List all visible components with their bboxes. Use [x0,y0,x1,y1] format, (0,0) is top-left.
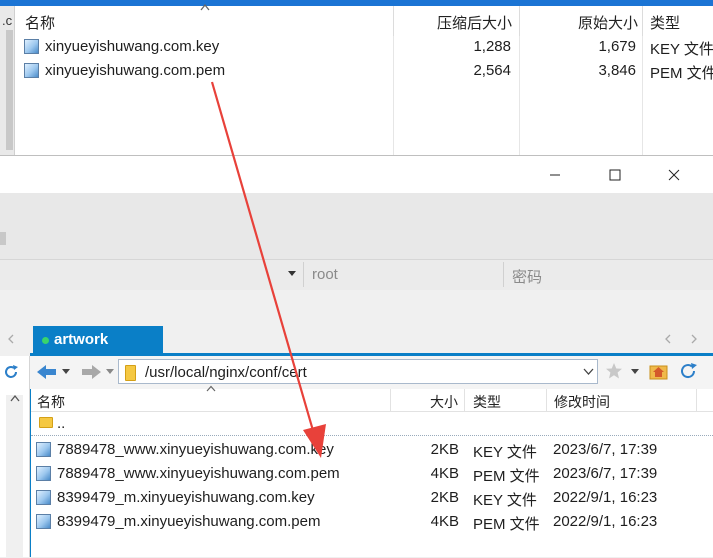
annotation-arrow [210,81,326,458]
